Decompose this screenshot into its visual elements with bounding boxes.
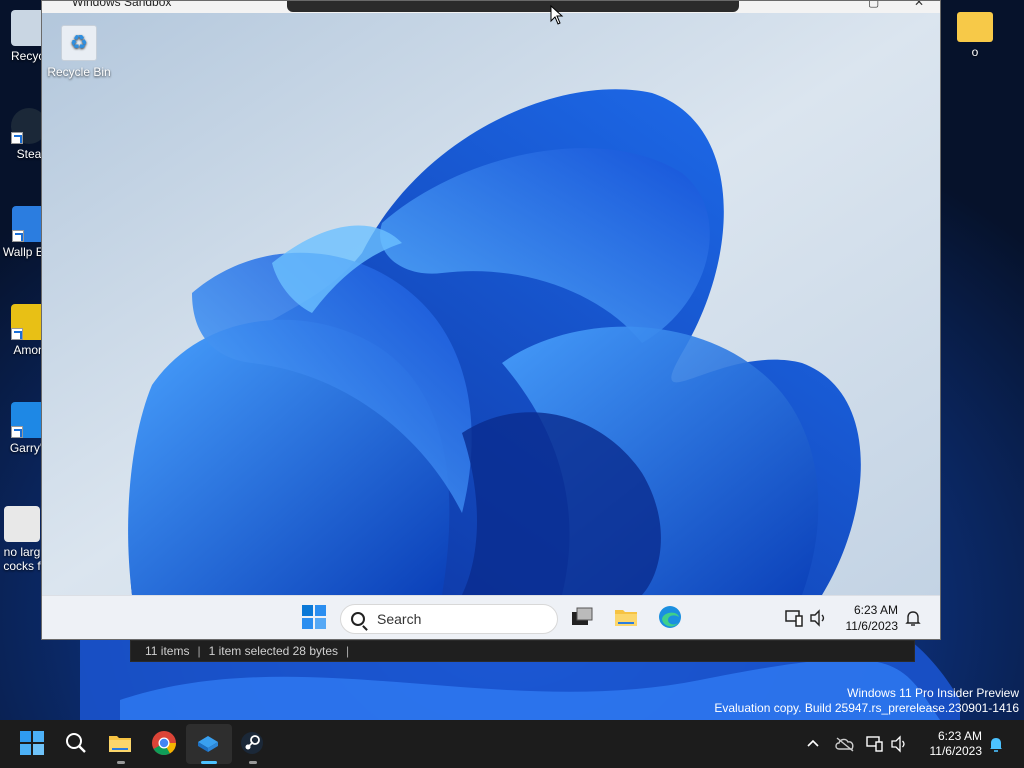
host-steam-button[interactable] (239, 730, 267, 764)
task-view-button[interactable] (569, 604, 597, 632)
edge-icon (659, 606, 681, 628)
cloud-off-icon (835, 737, 854, 752)
recycle-bin-icon: ♻ (61, 25, 97, 61)
host-icon-label: Stea (16, 147, 42, 161)
window-title: Windows Sandbox (72, 0, 172, 9)
network-icon (866, 736, 883, 752)
host-chrome-button[interactable] (151, 730, 179, 758)
start-button[interactable] (301, 604, 329, 632)
host-sandbox-button[interactable] (195, 730, 223, 764)
folder-icon (957, 12, 993, 42)
host-icon-folder[interactable]: o (940, 12, 1010, 59)
network-tray-button[interactable] (866, 735, 884, 753)
folder-icon (615, 610, 637, 626)
status-separator: | (197, 644, 201, 658)
host-file-explorer-button[interactable] (107, 730, 135, 764)
onedrive-tray-button[interactable] (834, 735, 856, 753)
sandbox-icon (198, 736, 218, 752)
host-icon-label: Amon (13, 343, 45, 357)
file-explorer-button[interactable] (613, 604, 641, 632)
sandbox-taskbar: Search 6:23 AM 11/6/2023 (42, 595, 940, 639)
host-icon-label: no larg cocks f (3, 545, 41, 573)
sandbox-titlebar[interactable]: Windows Sandbox ▢ ✕ (42, 1, 940, 13)
maximize-button[interactable]: ▢ (868, 1, 879, 9)
running-indicator (117, 761, 125, 764)
chevron-up-icon (807, 739, 819, 747)
network-icon (785, 610, 803, 627)
bloom-wallpaper (42, 13, 940, 595)
host-clock[interactable]: 6:23 AM 11/6/2023 (920, 729, 983, 759)
active-indicator (201, 761, 217, 764)
notifications-button[interactable] (987, 735, 1005, 753)
windows-logo-icon (302, 605, 326, 629)
search-icon (351, 612, 365, 626)
notifications-button[interactable] (904, 609, 922, 627)
sandbox-desktop: ♻ Recycle Bin (42, 13, 940, 595)
host-start-button[interactable] (19, 730, 47, 758)
volume-icon (810, 609, 825, 627)
steam-icon (241, 732, 263, 754)
remote-connection-bar[interactable] (287, 1, 739, 12)
clock-date: 11/6/2023 (845, 619, 899, 633)
edge-button[interactable] (657, 604, 685, 632)
settings-file-icon (4, 506, 40, 542)
host-icon-label: o (971, 45, 979, 59)
selection-info: 1 item selected 28 bytes (208, 644, 338, 658)
explorer-status-bar: 11 items | 1 item selected 28 bytes | (130, 640, 915, 662)
clock-date: 11/6/2023 (929, 744, 983, 758)
close-button[interactable]: ✕ (914, 1, 924, 9)
chrome-icon (152, 731, 176, 756)
volume-tray-button[interactable] (890, 735, 908, 753)
volume-tray-button[interactable] (808, 608, 828, 628)
clock-time: 6:23 AM (937, 729, 982, 743)
running-indicator (249, 761, 257, 764)
folder-icon (109, 736, 131, 752)
watermark-build: Evaluation copy. Build 25947.rs_prerelea… (714, 701, 1019, 715)
bell-icon (990, 738, 1002, 752)
host-taskbar: 6:23 AM 11/6/2023 (0, 720, 1024, 768)
sandbox-icon-label: Recycle Bin (47, 65, 111, 79)
watermark-edition: Windows 11 Pro Insider Preview (847, 686, 1019, 700)
sandbox-clock[interactable]: 6:23 AM 11/6/2023 (838, 602, 899, 634)
evaluation-watermark: Windows 11 Pro Insider Preview Evaluatio… (714, 686, 1019, 716)
status-separator: | (346, 644, 350, 658)
windows-logo-icon (20, 731, 44, 755)
host-search-button[interactable] (63, 730, 91, 758)
taskbar-search-box[interactable]: Search (340, 604, 558, 634)
bell-icon (905, 611, 921, 626)
show-hidden-icons-button[interactable] (804, 735, 822, 753)
item-count: 11 items (145, 644, 190, 658)
volume-icon (891, 735, 905, 753)
search-icon (66, 733, 86, 753)
sandbox-icon-recycle-bin[interactable]: ♻ Recycle Bin (46, 25, 112, 79)
network-tray-button[interactable] (784, 608, 804, 628)
task-view-icon (572, 607, 593, 625)
clock-time: 6:23 AM (853, 603, 898, 617)
mouse-cursor-icon (550, 5, 564, 25)
sandbox-window[interactable]: Windows Sandbox ▢ ✕ ♻ Recycle Bin Search… (41, 0, 941, 640)
search-placeholder: Search (377, 611, 422, 627)
